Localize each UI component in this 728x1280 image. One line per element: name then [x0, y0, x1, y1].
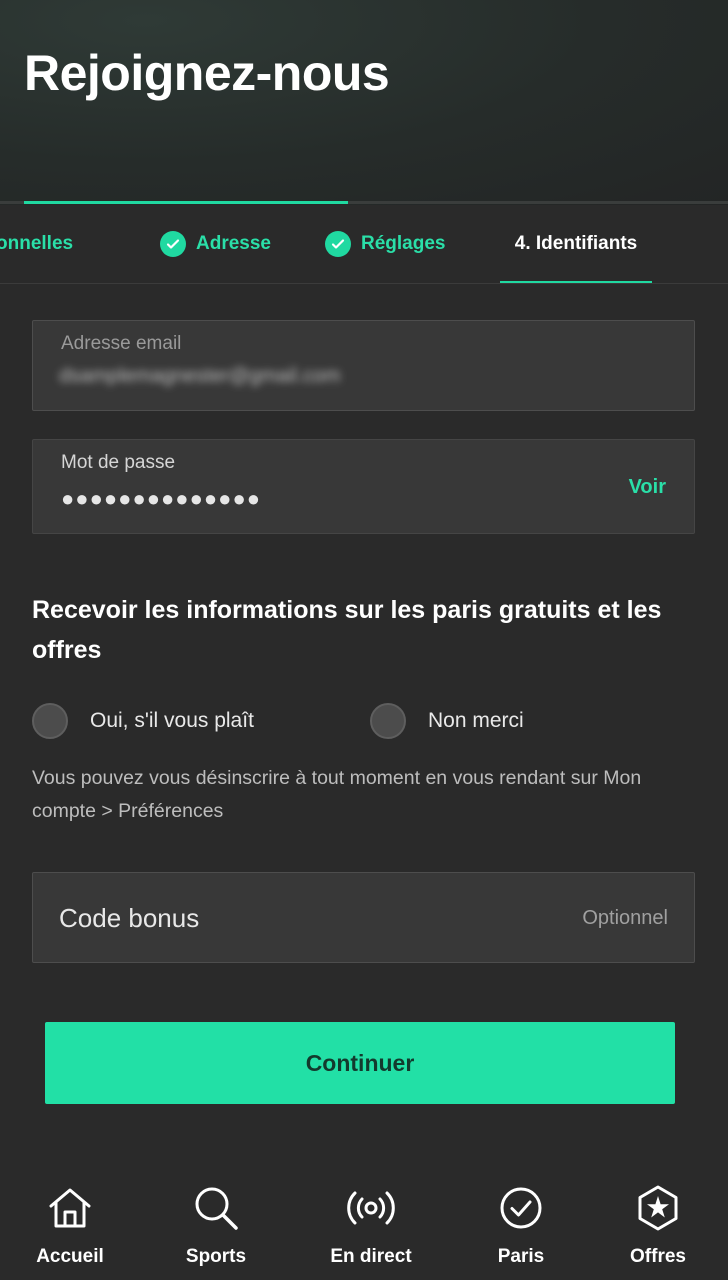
email-label: Adresse email	[61, 333, 182, 354]
radio-circle[interactable]	[32, 703, 68, 739]
password-field[interactable]: Mot de passe ●●●●●●●●●●●●●● Voir	[32, 439, 695, 534]
star-badge-icon	[638, 1185, 678, 1231]
step-label: onnelles	[0, 233, 74, 254]
step-identifiants[interactable]: 4. Identifiants	[500, 205, 652, 283]
page-header: Rejoignez-nous	[0, 0, 728, 205]
search-icon	[195, 1187, 238, 1230]
nav-paris[interactable]: Paris	[461, 1170, 581, 1280]
radio-yes-label: Oui, s'il vous plaît	[90, 709, 254, 732]
unsubscribe-notice: Vous pouvez vous désinscrire à tout mome…	[32, 767, 642, 822]
step-tabs: onnelles Adresse Réglages 4. Identifiant…	[0, 205, 728, 284]
home-icon	[49, 1188, 91, 1228]
nav-label: Sports	[185, 1246, 247, 1267]
page-title: Rejoignez-nous	[24, 45, 390, 101]
progress-fill	[24, 201, 348, 204]
check-icon	[160, 231, 186, 257]
show-password-button[interactable]: Voir	[629, 476, 666, 499]
nav-accueil[interactable]: Accueil	[10, 1170, 130, 1280]
continue-button[interactable]: Continuer	[45, 1022, 675, 1104]
step-adresse[interactable]: Adresse	[160, 205, 271, 283]
nav-label: Offres	[630, 1246, 686, 1267]
step-personnelles[interactable]: onnelles	[0, 205, 73, 283]
radio-yes[interactable]: Oui, s'il vous plaît	[32, 700, 254, 742]
broadcast-icon	[347, 1191, 395, 1225]
step-label: Réglages	[361, 233, 446, 254]
step-label: 4. Identifiants	[514, 233, 638, 254]
nav-en-direct[interactable]: En direct	[311, 1170, 431, 1280]
progress-track	[0, 201, 728, 204]
marketing-consent-title: Recevoir les informations sur les paris …	[32, 596, 662, 664]
nav-sports[interactable]: Sports	[156, 1170, 276, 1280]
radio-no-label: Non merci	[428, 709, 524, 732]
step-label: Adresse	[196, 233, 271, 254]
nav-label: Paris	[497, 1246, 545, 1267]
check-circle-icon	[500, 1187, 542, 1229]
email-value: dsamplemagnester@gmail.com	[59, 365, 341, 387]
bonus-code-field[interactable]: Code bonus Optionnel	[32, 872, 695, 963]
nav-offres[interactable]: Offres	[598, 1170, 718, 1280]
radio-no[interactable]: Non merci	[370, 700, 524, 742]
step-reglages[interactable]: Réglages	[325, 205, 445, 283]
password-value: ●●●●●●●●●●●●●●	[61, 486, 262, 511]
nav-label: Accueil	[36, 1246, 104, 1267]
check-icon	[325, 231, 351, 257]
radio-circle[interactable]	[370, 703, 406, 739]
email-field[interactable]: Adresse email dsamplemagnester@gmail.com	[32, 320, 695, 411]
password-label: Mot de passe	[61, 452, 176, 473]
nav-label: En direct	[330, 1246, 412, 1267]
active-step-underline	[500, 281, 652, 283]
bonus-code-label: Code bonus	[59, 903, 200, 933]
bottom-nav: Accueil Sports En direct Paris Offres	[0, 1170, 728, 1280]
bonus-code-hint: Optionnel	[582, 907, 668, 929]
